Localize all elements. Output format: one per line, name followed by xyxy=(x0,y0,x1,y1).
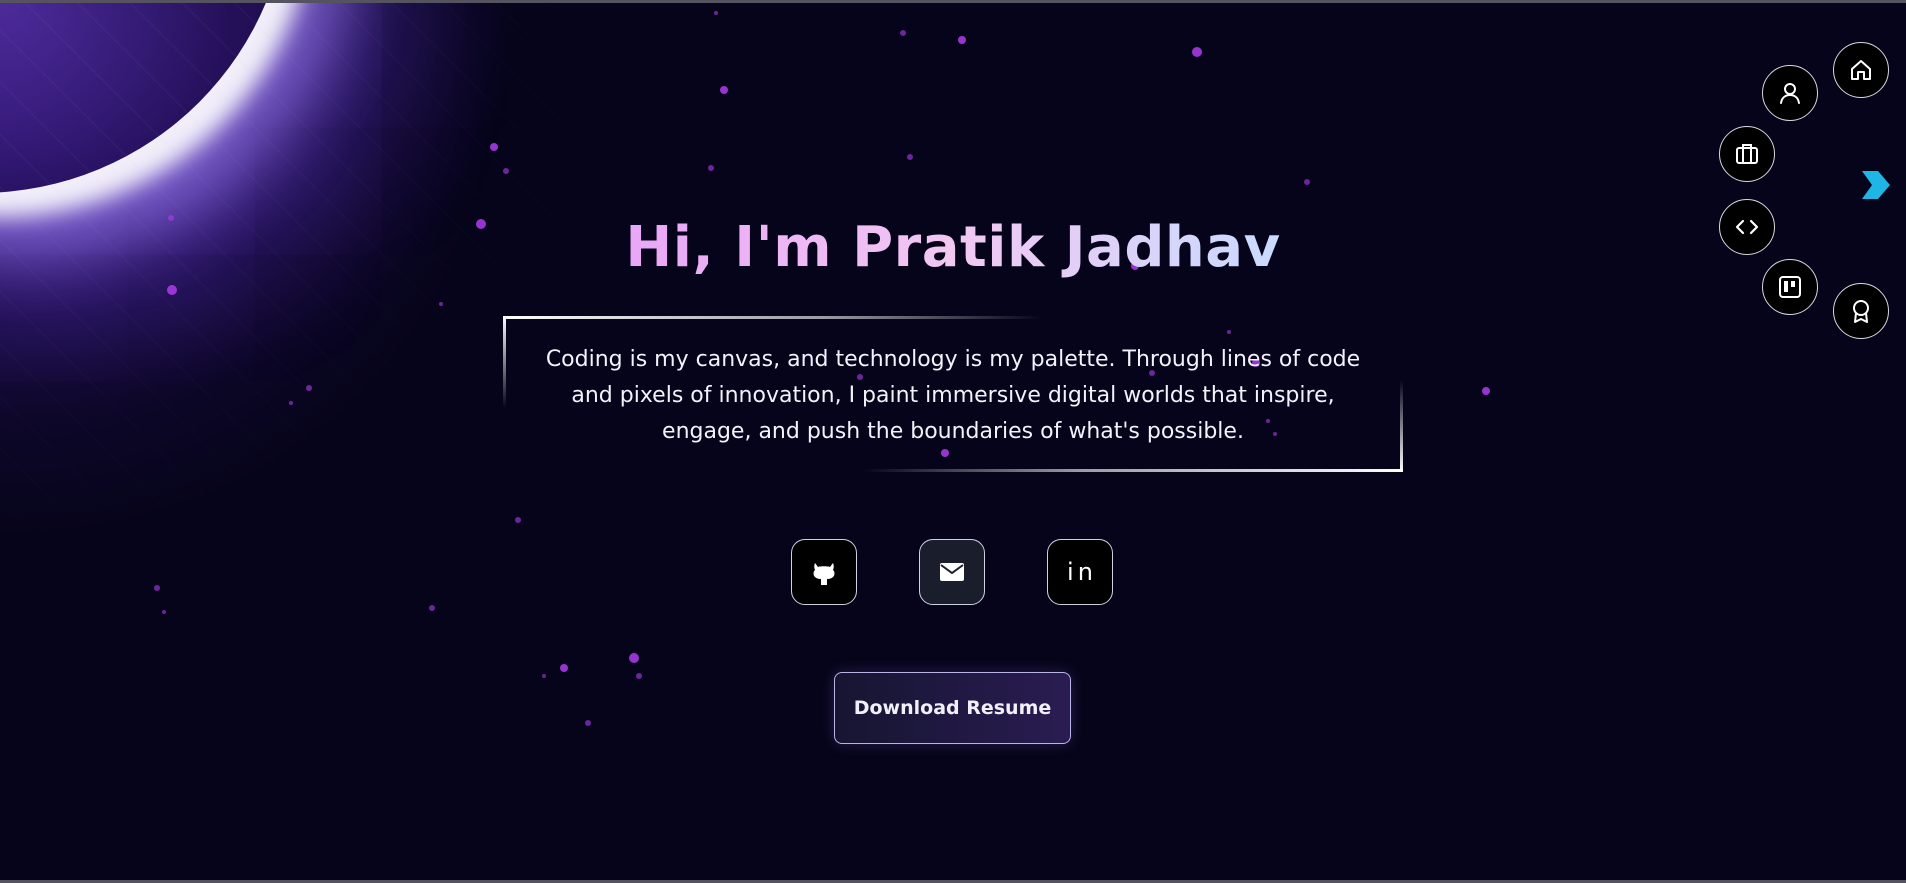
linkedin-link-button[interactable]: in xyxy=(1047,539,1113,605)
background-particle xyxy=(162,610,166,614)
social-links: in xyxy=(791,539,1115,607)
nav-projects-button[interactable] xyxy=(1762,259,1818,315)
kanban-icon xyxy=(1779,276,1801,298)
background-particle xyxy=(167,285,177,295)
background-particle xyxy=(720,86,728,94)
background-particle xyxy=(542,674,546,678)
background-particle xyxy=(490,143,498,151)
nav-toggle-button[interactable] xyxy=(1860,169,1892,201)
intro-card: Coding is my canvas, and technology is m… xyxy=(503,316,1403,472)
background-particle xyxy=(429,605,435,611)
linkedin-icon: in xyxy=(1067,558,1097,586)
background-particle xyxy=(907,154,913,160)
background-particle xyxy=(515,517,521,523)
background-particle xyxy=(958,36,966,44)
background-particle xyxy=(585,720,591,726)
github-icon xyxy=(813,563,835,585)
background-particle xyxy=(1482,387,1490,395)
nav-awards-button[interactable] xyxy=(1833,283,1889,339)
nav-about-button[interactable] xyxy=(1762,65,1818,121)
intro-card-border-bottom xyxy=(863,469,1403,472)
background-particle xyxy=(629,653,639,663)
background-particle xyxy=(439,302,443,306)
user-icon xyxy=(1780,83,1800,104)
briefcase-icon xyxy=(1736,144,1758,164)
intro-description: Coding is my canvas, and technology is m… xyxy=(545,347,1361,444)
background-particle xyxy=(503,168,509,174)
background-particle xyxy=(714,11,718,15)
award-icon xyxy=(1853,300,1869,323)
background-particle xyxy=(1304,179,1310,185)
nav-home-button[interactable] xyxy=(1833,42,1889,98)
background-particle xyxy=(560,664,568,672)
nav-skills-button[interactable] xyxy=(1719,199,1775,255)
background-particle xyxy=(1192,47,1202,57)
background-particle xyxy=(306,385,312,391)
email-link-button[interactable] xyxy=(919,539,985,605)
background-particle xyxy=(900,30,906,36)
background-light-streaks xyxy=(0,3,700,603)
background-particle xyxy=(708,165,714,171)
intro-card-border-right xyxy=(1400,380,1403,472)
background-particle xyxy=(289,401,293,405)
intro-card-border-left xyxy=(503,316,506,408)
page-title: Hi, I'm Pratik Jadhav xyxy=(625,215,1281,280)
background-particle xyxy=(154,585,160,591)
background-glow-arc xyxy=(0,3,290,193)
intro-card-border-top xyxy=(503,316,1043,319)
home-icon xyxy=(1851,60,1871,80)
background-particle xyxy=(636,673,642,679)
chevron-right-icon xyxy=(1862,171,1890,199)
download-resume-button[interactable]: Download Resume xyxy=(834,672,1071,744)
mail-icon xyxy=(940,563,964,581)
code-icon xyxy=(1735,219,1759,235)
nav-experience-button[interactable] xyxy=(1719,126,1775,182)
github-link-button[interactable] xyxy=(791,539,857,605)
portfolio-page: Hi, I'm Pratik Jadhav Coding is my canva… xyxy=(0,0,1906,883)
